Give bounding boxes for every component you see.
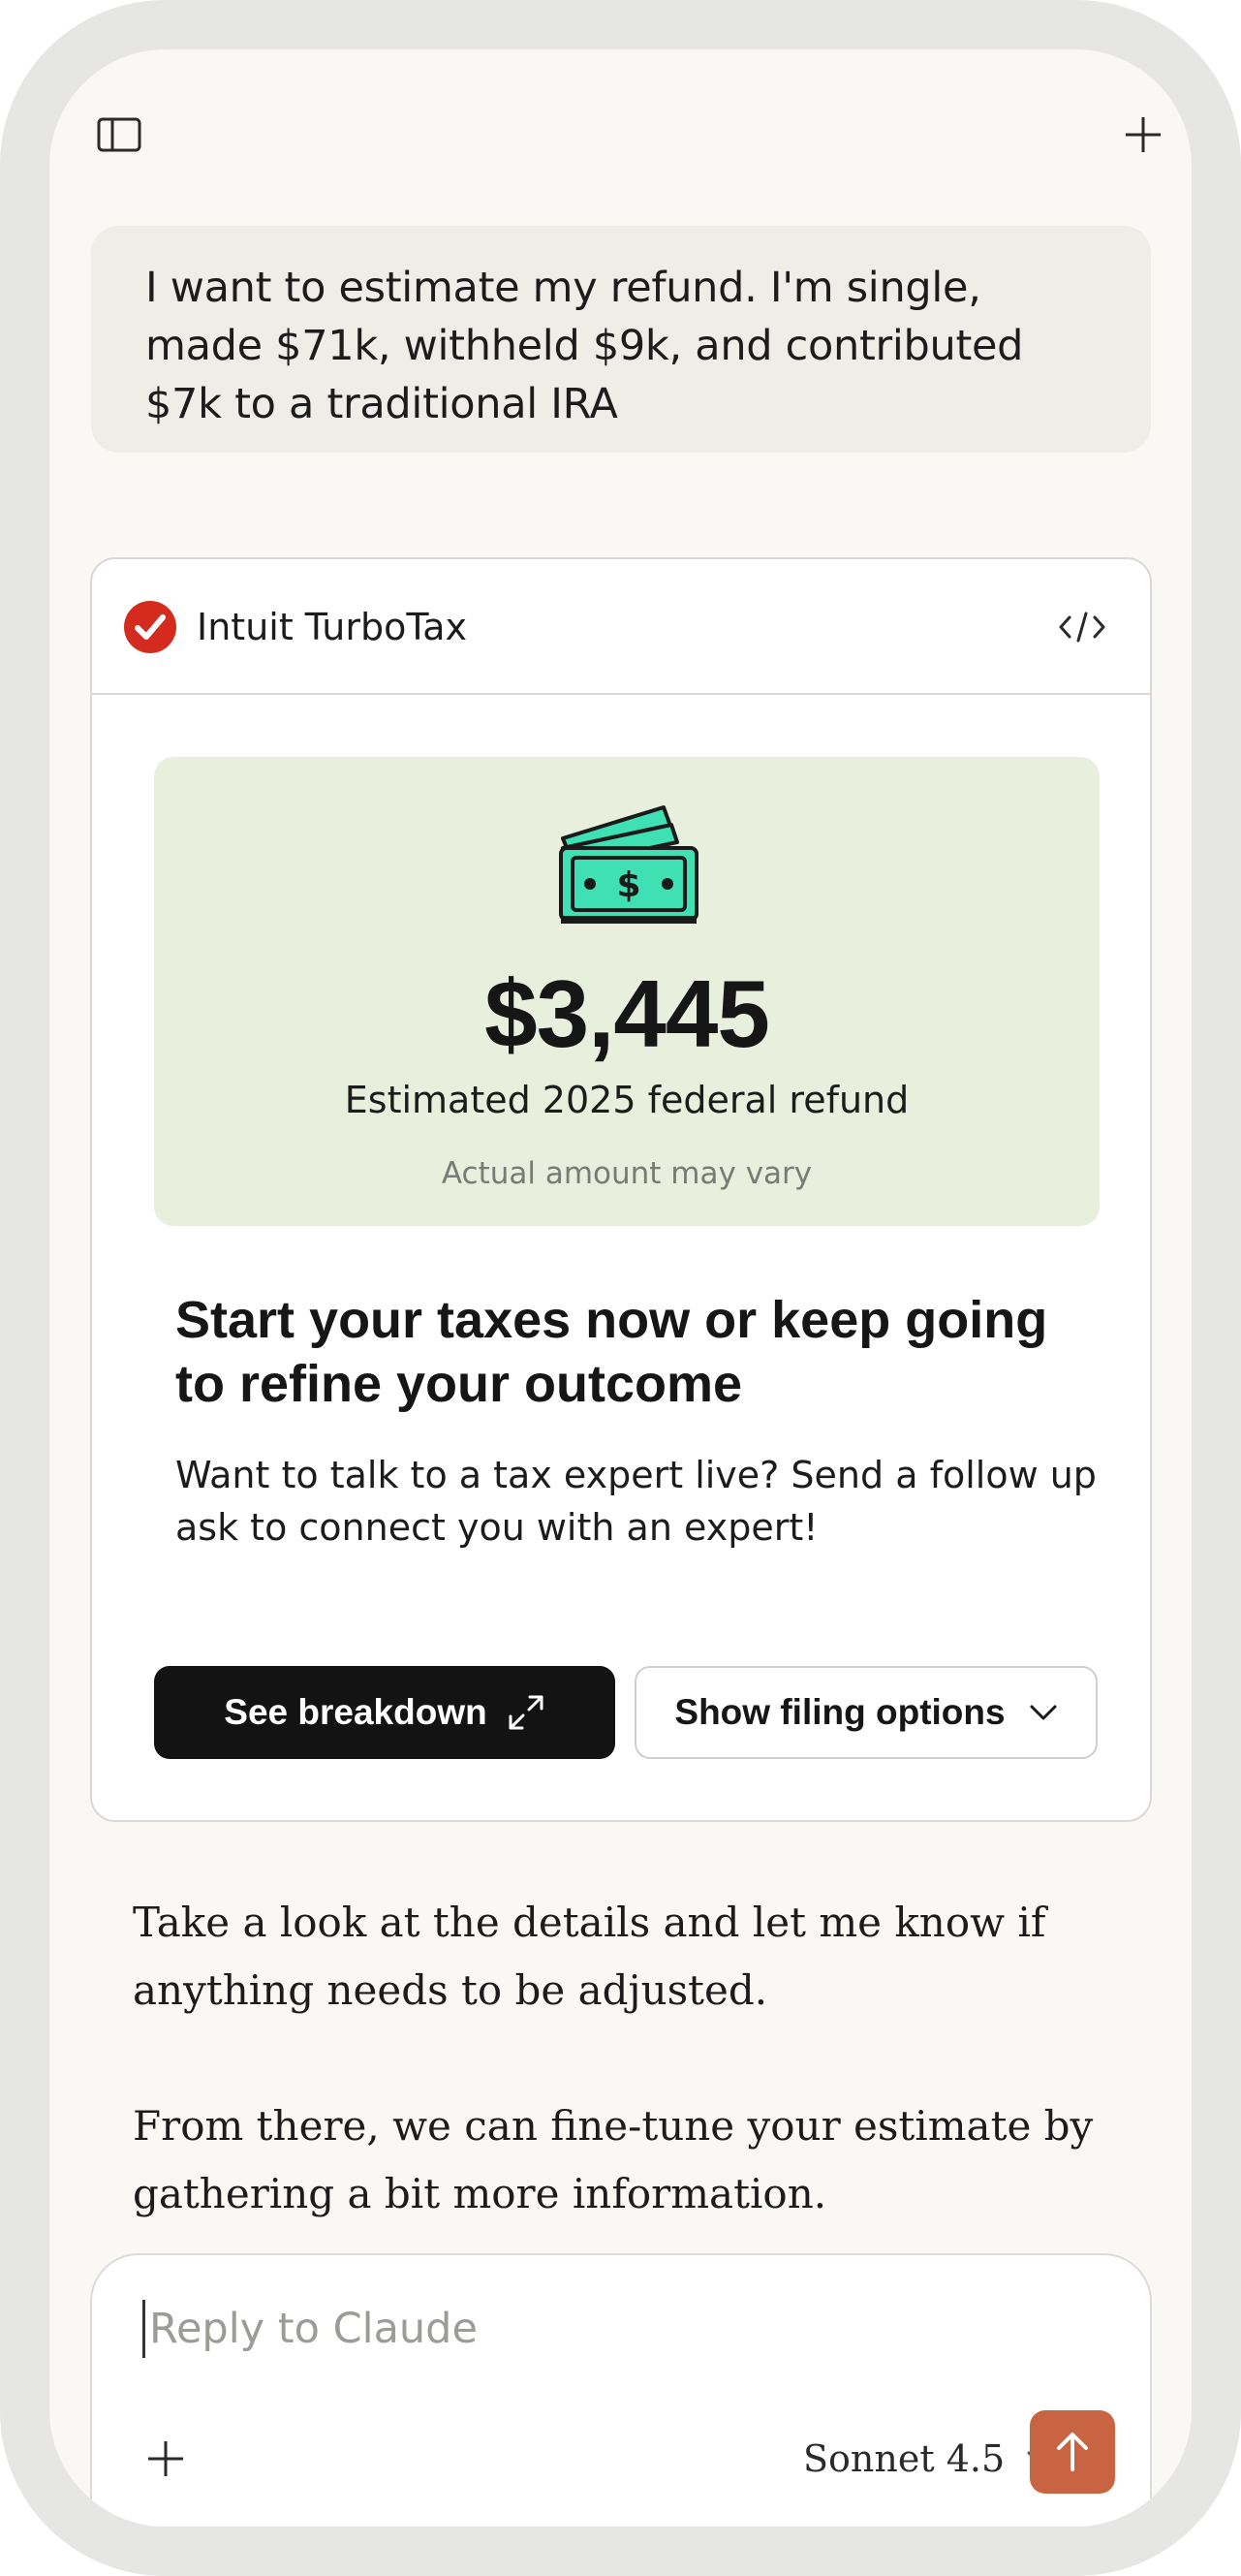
new-chat-button[interactable] [1114,106,1172,164]
assistant-paragraph: Take a look at the details and let me kn… [133,1899,1046,2014]
code-icon [1059,612,1105,643]
send-button[interactable] [1030,2410,1115,2494]
cta-heading: Start your taxes now or keep going to re… [175,1291,1048,1413]
brand-name: Intuit TurboTax [197,606,468,648]
show-filing-options-button[interactable]: Show filing options [635,1666,1098,1759]
refund-amount: $3,445 [484,960,770,1067]
view-code-button[interactable] [1053,600,1111,654]
app-screen: I want to estimate my refund. I'm single… [49,49,1192,2527]
chevron-down-icon [1030,1705,1057,1720]
turbotax-logo-icon [124,601,176,653]
sidebar-icon [97,117,141,152]
device-frame: I want to estimate my refund. I'm single… [0,0,1241,2576]
refund-label: Estimated 2025 federal refund [344,1079,910,1121]
money-stack-icon: $ [559,805,698,924]
expand-icon [509,1695,543,1730]
assistant-message: Take a look at the details and let me kn… [133,1889,1101,2296]
svg-text:$: $ [616,865,640,905]
reply-input[interactable] [142,2300,1014,2358]
attach-button[interactable] [137,2430,195,2488]
user-message: I want to estimate my refund. I'm single… [91,226,1151,453]
refund-summary: $ $3,445 Estimated 2025 federal refund A… [154,757,1100,1226]
see-breakdown-label: See breakdown [224,1692,487,1732]
sidebar-toggle-button[interactable] [90,106,148,164]
arrow-up-icon [1057,2433,1088,2471]
refund-disclaimer: Actual amount may vary [441,1156,813,1191]
cta-description: Want to talk to a tax expert live? Send … [175,1454,1097,1549]
turbotax-widget-card: Intuit TurboTax $ $3,445 Estimated 2025 … [90,557,1152,1822]
show-filing-options-label: Show filing options [674,1692,1006,1732]
see-breakdown-button[interactable]: See breakdown [154,1666,615,1759]
model-name: Sonnet 4.5 [803,2437,1006,2480]
plus-icon [1126,117,1161,152]
assistant-paragraph: From there, we can fine-tune your estima… [133,2102,1094,2217]
model-selector[interactable]: Sonnet 4.5 [803,2432,1055,2486]
message-composer: Sonnet 4.5 [90,2253,1152,2527]
widget-header: Intuit TurboTax [92,559,1150,695]
plus-icon [148,2441,183,2476]
